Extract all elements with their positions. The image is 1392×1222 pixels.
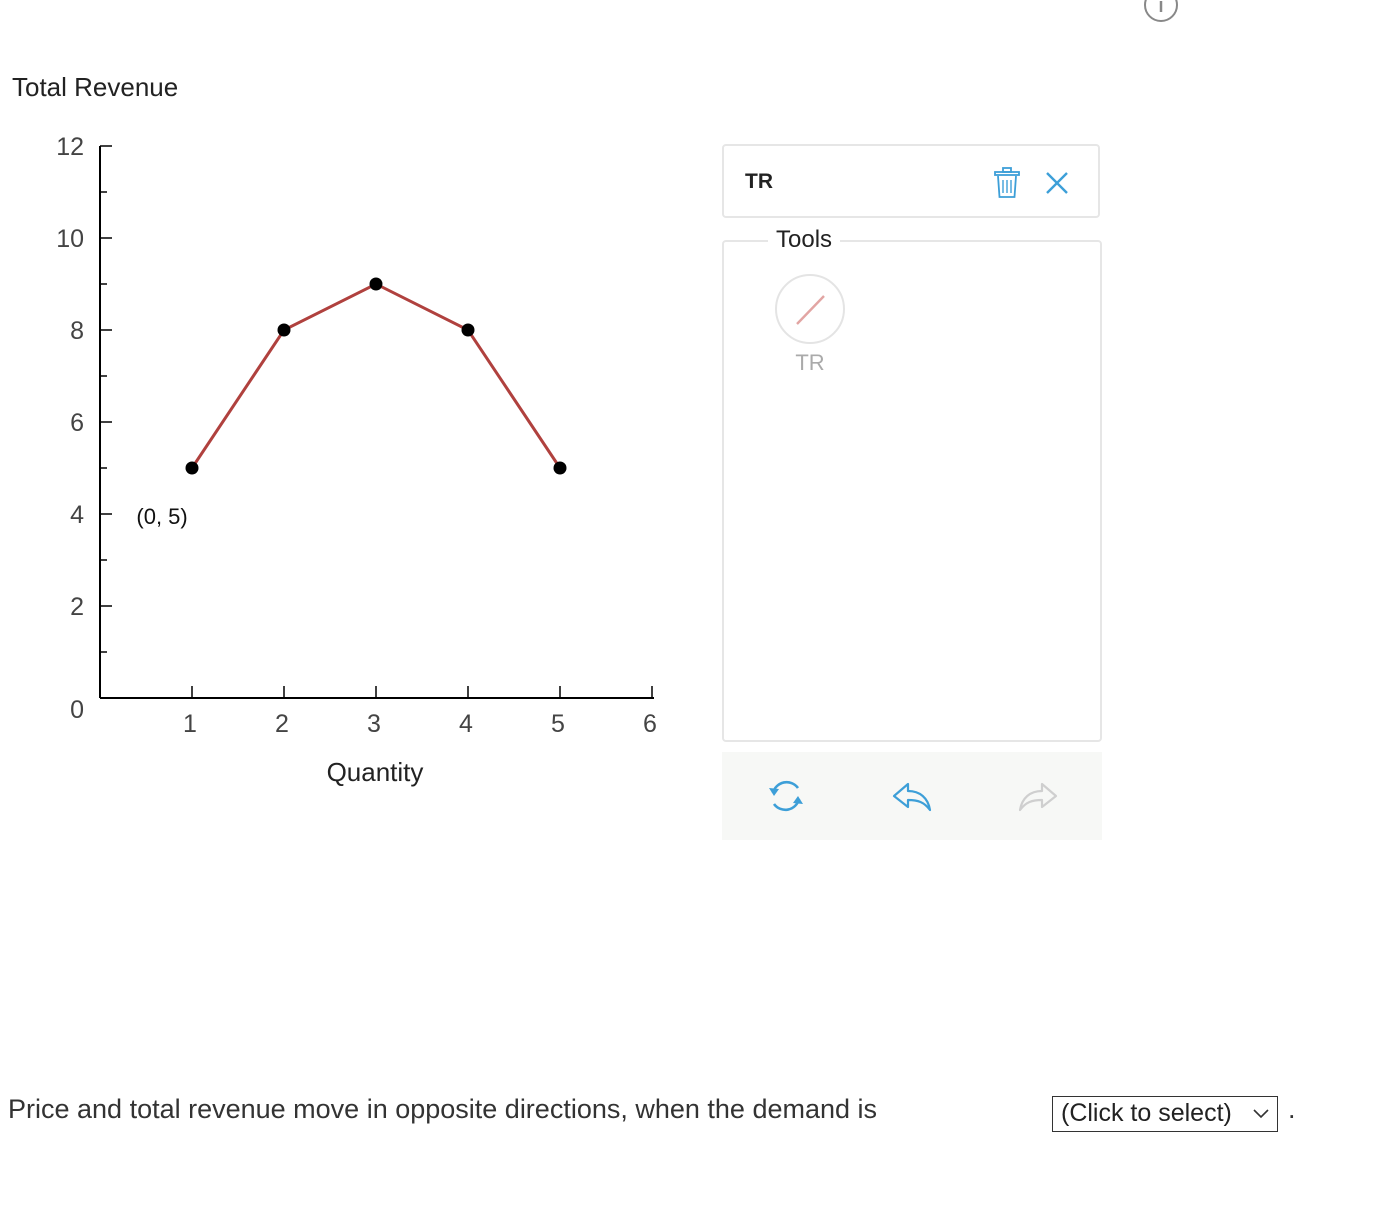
y-tick-label: 2: [70, 593, 84, 621]
close-icon[interactable]: [1042, 168, 1072, 198]
y-tick-label: 0: [70, 696, 84, 724]
x-tick-label: 6: [643, 710, 657, 738]
line-tool-icon[interactable]: [774, 273, 846, 345]
x-tick-label: 1: [183, 710, 197, 738]
data-point: [553, 461, 567, 475]
y-tick-label: 12: [56, 133, 84, 161]
chart-annotations: (0, 5): [136, 504, 187, 529]
question-text: Price and total revenue move in opposite…: [8, 1094, 878, 1124]
tools-panel: Tools TR: [722, 226, 1102, 742]
chevron-down-icon: [1253, 1109, 1269, 1119]
y-tick-label: 10: [56, 225, 84, 253]
selected-curve-name: TR: [745, 170, 773, 193]
demand-select[interactable]: (Click to select): [1052, 1096, 1278, 1132]
data-point: [185, 461, 199, 475]
tools-legend: Tools: [768, 226, 841, 254]
chart-axes: [99, 146, 654, 699]
selected-curve-card: TR: [722, 144, 1100, 218]
tool-label-tr: TR: [795, 350, 825, 375]
reset-icon[interactable]: [766, 776, 806, 816]
chart-ticks: 0246810121 2 3 4 5 6: [56, 133, 657, 738]
y-tick-label: 4: [70, 501, 84, 529]
total-revenue-graph[interactable]: Total Revenue 0246810121 2 3 4 5 6 (0, 5) Qua…: [0, 0, 700, 820]
data-point: [277, 323, 291, 337]
chart-title: Total Revenue: [12, 72, 178, 102]
x-tick-label: 2: [275, 710, 289, 738]
chart-series: [185, 277, 567, 475]
action-bar: [722, 752, 1102, 840]
demand-select-value: (Click to select): [1061, 1099, 1232, 1127]
y-tick-label: 6: [70, 409, 84, 437]
tr-curve-line: [190, 282, 562, 469]
point-annotation: (0, 5): [136, 504, 187, 529]
trash-icon[interactable]: [992, 166, 1022, 200]
undo-icon[interactable]: [892, 776, 932, 816]
redo-icon[interactable]: [1018, 776, 1058, 816]
sentence-end: .: [1288, 1094, 1296, 1124]
info-icon[interactable]: [1142, 0, 1180, 24]
x-tick-label: 5: [551, 710, 565, 738]
x-tick-label: 4: [459, 710, 473, 738]
x-axis-label: Quantity: [327, 757, 424, 787]
data-point: [461, 323, 475, 337]
y-tick-label: 8: [70, 317, 84, 345]
data-point: [369, 277, 383, 291]
x-tick-label: 3: [367, 710, 381, 738]
